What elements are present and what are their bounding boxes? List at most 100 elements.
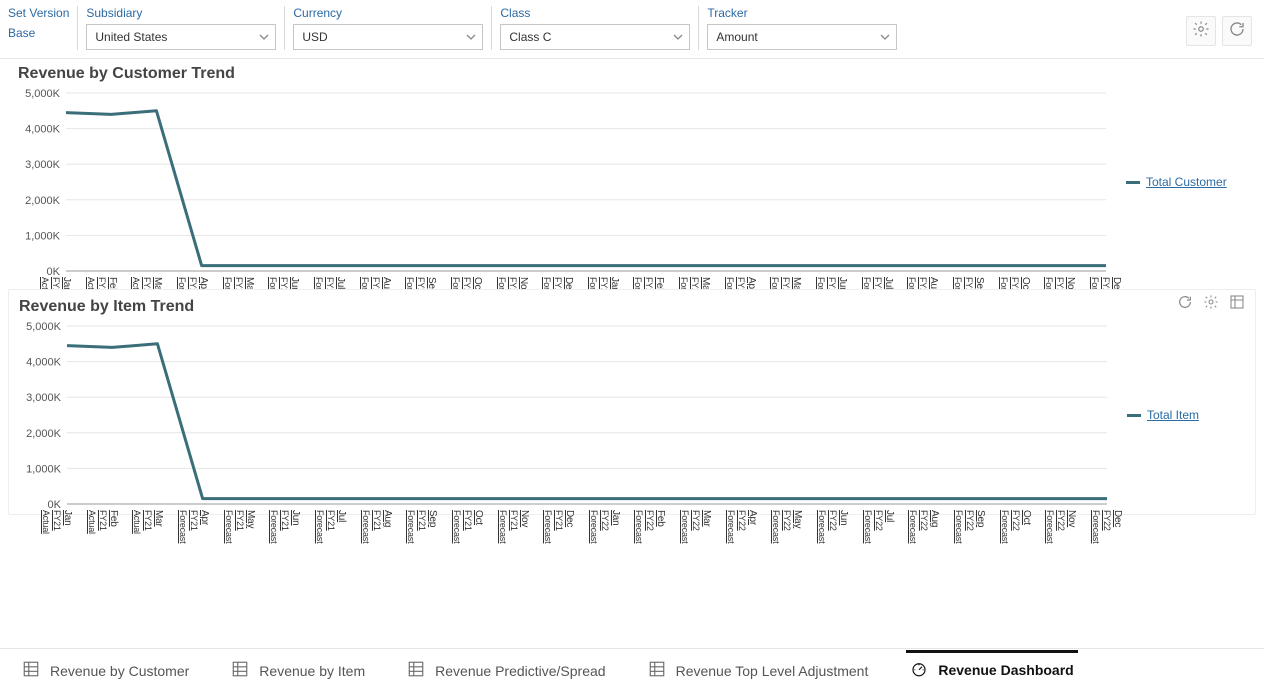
tab-revenue-predictive-spread[interactable]: Revenue Predictive/Spread xyxy=(403,650,609,691)
svg-text:5,000K: 5,000K xyxy=(26,321,62,333)
xtick-label: OctFY21Forecast xyxy=(451,510,484,543)
filter-value[interactable]: Base xyxy=(8,24,69,40)
tracker-dropdown[interactable]: Amount xyxy=(707,24,897,50)
svg-text:4,000K: 4,000K xyxy=(26,357,62,369)
chart-legend: Total Customer xyxy=(1116,87,1248,277)
xtick-label: OctFY22Forecast xyxy=(999,510,1032,543)
xtick-label: AugFY22Forecast xyxy=(907,510,940,543)
xtick-label: NovFY22Forecast xyxy=(1044,510,1077,543)
settings-button[interactable] xyxy=(1186,16,1216,46)
dropdown-value: Class C xyxy=(509,30,551,44)
svg-text:1,000K: 1,000K xyxy=(26,463,62,475)
xtick-label: JanFY22Forecast xyxy=(588,510,621,543)
chart-revenue-by-customer-trend: Revenue by Customer Trend 0K 1,000K 2,000K… xyxy=(8,65,1256,281)
legend-swatch xyxy=(1127,414,1141,417)
legend-swatch xyxy=(1126,181,1140,184)
legend-label: Total Customer xyxy=(1146,175,1227,189)
legend-item[interactable]: Total Customer xyxy=(1126,175,1227,189)
filter-class: Class Class C xyxy=(491,6,698,50)
chart-expand-button[interactable] xyxy=(1227,294,1247,314)
xtick-label: DecFY22Forecast xyxy=(1090,510,1123,543)
chart-title: Revenue by Item Trend xyxy=(19,298,1247,316)
subsidiary-dropdown[interactable]: United States xyxy=(86,24,276,50)
sheet-icon xyxy=(22,660,40,681)
legend-label: Total Item xyxy=(1147,408,1199,422)
sheet-icon xyxy=(648,660,666,681)
tab-label: Revenue Top Level Adjustment xyxy=(676,663,869,679)
tab-label: Revenue by Item xyxy=(259,663,365,679)
xtick-label: JulFY21Forecast xyxy=(314,510,347,543)
refresh-icon xyxy=(1177,294,1193,315)
line-chart: 0K 1,000K 2,000K 3,000K 4,000K 5,000K xyxy=(16,87,1116,277)
svg-text:4,000K: 4,000K xyxy=(25,124,61,136)
dashboard-icon xyxy=(910,660,928,681)
svg-text:0K: 0K xyxy=(48,499,62,510)
tab-revenue-dashboard[interactable]: Revenue Dashboard xyxy=(906,650,1077,691)
tab-label: Revenue Dashboard xyxy=(938,662,1073,678)
sheet-icon xyxy=(231,660,249,681)
filter-subsidiary: Subsidiary United States xyxy=(77,6,284,50)
xtick-label: MarFY22Forecast xyxy=(679,510,712,543)
tab-revenue-by-customer[interactable]: Revenue by Customer xyxy=(18,650,193,691)
svg-text:5,000K: 5,000K xyxy=(25,88,61,100)
chevron-down-icon xyxy=(673,32,683,42)
filter-label: Currency xyxy=(293,6,483,20)
xtick-label: FebFY21Actual xyxy=(86,510,119,534)
xtick-label: MayFY22Forecast xyxy=(770,510,803,543)
chart-toolbar xyxy=(1175,294,1247,314)
dropdown-value: Amount xyxy=(716,30,757,44)
filter-label: Subsidiary xyxy=(86,6,276,20)
tab-label: Revenue Predictive/Spread xyxy=(435,663,605,679)
filter-tracker: Tracker Amount xyxy=(698,6,905,50)
dropdown-value: United States xyxy=(95,30,167,44)
chart-settings-button[interactable] xyxy=(1201,294,1221,314)
chart-refresh-button[interactable] xyxy=(1175,294,1195,314)
legend-item[interactable]: Total Item xyxy=(1127,408,1199,422)
chart-title: Revenue by Customer Trend xyxy=(18,65,1248,83)
class-dropdown[interactable]: Class C xyxy=(500,24,690,50)
xtick-label: JunFY22Forecast xyxy=(816,510,849,543)
filter-label: Tracker xyxy=(707,6,897,20)
gear-icon xyxy=(1192,20,1210,43)
filter-label: Set Version xyxy=(8,6,69,20)
expand-icon xyxy=(1229,294,1245,315)
chevron-down-icon xyxy=(259,32,269,42)
refresh-button[interactable] xyxy=(1222,16,1252,46)
tab-revenue-by-item[interactable]: Revenue by Item xyxy=(227,650,369,691)
svg-text:0K: 0K xyxy=(47,266,61,277)
xtick-label: DecFY21Forecast xyxy=(542,510,575,543)
xtick-label: NovFY21Forecast xyxy=(497,510,530,543)
svg-text:1,000K: 1,000K xyxy=(25,230,61,242)
line-chart: 0K 1,000K 2,000K 3,000K 4,000K 5,000K xyxy=(17,320,1117,510)
currency-dropdown[interactable]: USD xyxy=(293,24,483,50)
svg-text:3,000K: 3,000K xyxy=(26,392,62,404)
chevron-down-icon xyxy=(880,32,890,42)
xtick-label: JunFY21Forecast xyxy=(268,510,301,543)
filter-bar: Set Version Base Subsidiary United State… xyxy=(0,0,1264,59)
sheet-icon xyxy=(407,660,425,681)
svg-text:3,000K: 3,000K xyxy=(25,159,61,171)
xtick-label: JulFY22Forecast xyxy=(862,510,895,543)
xtick-label: SepFY21Forecast xyxy=(405,510,438,543)
chevron-down-icon xyxy=(466,32,476,42)
svg-text:2,000K: 2,000K xyxy=(26,428,62,440)
chart-revenue-by-item-trend: Revenue by Item Trend 0K 1,000K 2,000K 3,00… xyxy=(8,289,1256,515)
chart-legend: Total Item xyxy=(1117,320,1247,510)
dropdown-value: USD xyxy=(302,30,327,44)
refresh-icon xyxy=(1228,20,1246,43)
xtick-label: MarFY21Actual xyxy=(131,510,164,534)
tab-revenue-top-level-adjustment[interactable]: Revenue Top Level Adjustment xyxy=(644,650,873,691)
filter-currency: Currency USD xyxy=(284,6,491,50)
xtick-label: AprFY22Forecast xyxy=(725,510,758,543)
filter-label: Class xyxy=(500,6,690,20)
xtick-label: SepFY22Forecast xyxy=(953,510,986,543)
bottom-tabs: Revenue by Customer Revenue by Item Reve… xyxy=(0,648,1264,692)
xtick-label: MayFY21Forecast xyxy=(223,510,256,543)
filter-set-version: Set Version Base xyxy=(8,6,77,40)
tab-label: Revenue by Customer xyxy=(50,663,189,679)
chart-xaxis: JanFY21ActualFebFY21ActualMarFY21ActualA… xyxy=(67,510,1117,580)
filter-actions xyxy=(1186,6,1256,46)
svg-text:2,000K: 2,000K xyxy=(25,195,61,207)
gear-icon xyxy=(1203,294,1219,315)
xtick-label: AprFY21Forecast xyxy=(177,510,210,543)
